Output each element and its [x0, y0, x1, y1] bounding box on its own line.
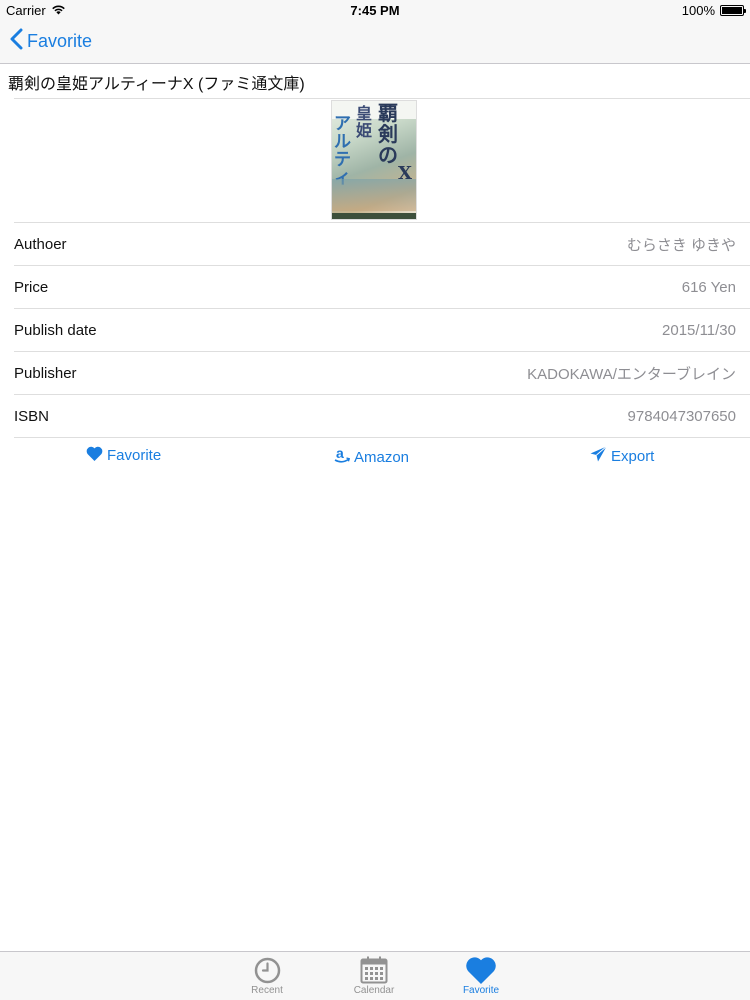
row-value: KADOKAWA/エンターブレイン: [527, 365, 736, 383]
battery-fill: [722, 7, 742, 14]
tab-label: Calendar: [353, 985, 395, 996]
tab-label: Favorite: [462, 985, 500, 996]
row-label: Price: [14, 278, 49, 296]
row-value: むらさき ゆきや: [626, 236, 736, 254]
heart-icon: [441, 955, 521, 985]
calendar-icon: [334, 955, 414, 985]
tab-calendar[interactable]: Calendar: [334, 955, 414, 996]
divider: [14, 437, 750, 438]
row-value: 2015/11/30: [662, 321, 736, 339]
paper-plane-icon: [590, 446, 607, 466]
tab-bar: Recent Calendar Favorite: [0, 951, 750, 1000]
row-label: ISBN: [14, 407, 50, 425]
divider: [14, 98, 750, 99]
chevron-left-icon: [10, 28, 23, 55]
row-label: Publish date: [14, 321, 97, 339]
tab-recent[interactable]: Recent: [227, 955, 307, 996]
amazon-button[interactable]: a Amazon: [334, 445, 410, 468]
detail-row-author: Authoer むらさき ゆきや: [14, 223, 736, 265]
amazon-icon: a: [334, 445, 351, 468]
battery-icon: [720, 5, 746, 16]
detail-row-price: Price 616 Yen: [14, 266, 736, 308]
export-button-label: Export: [611, 447, 655, 465]
status-bar: Carrier 7:45 PM 100%: [0, 0, 750, 20]
export-button[interactable]: Export: [590, 446, 654, 466]
tab-label: Recent: [251, 985, 283, 996]
amazon-button-label: Amazon: [354, 448, 410, 466]
detail-row-publish-date: Publish date 2015/11/30: [14, 309, 736, 351]
favorite-button-label: Favorite: [107, 447, 162, 464]
navigation-bar: Favorite: [0, 20, 750, 64]
row-label: Authoer: [14, 235, 67, 253]
status-right: 100%: [681, 3, 746, 18]
tab-favorite[interactable]: Favorite: [441, 955, 521, 996]
detail-row-publisher: Publisher KADOKAWA/エンターブレイン: [14, 352, 736, 394]
detail-row-isbn: ISBN 9784047307650: [14, 395, 736, 437]
row-value: 616 Yen: [681, 278, 736, 296]
row-value: 9784047307650: [627, 407, 736, 425]
clock-icon: [227, 955, 307, 985]
battery-percent: 100%: [681, 3, 715, 18]
back-button-label: Favorite: [27, 31, 93, 51]
book-title: 覇剣の皇姫アルティーナX (ファミ通文庫): [8, 76, 305, 93]
favorite-button[interactable]: Favorite: [86, 446, 161, 465]
screen: Carrier 7:45 PM 100% Favorite 覇剣の皇姫アルティー…: [0, 0, 750, 1000]
row-label: Publisher: [14, 364, 77, 382]
back-button[interactable]: Favorite: [10, 28, 92, 55]
book-cover-image: 覇剣の 皇姫 アルティ X: [331, 100, 417, 220]
action-bar: Favorite a Amazon Export: [0, 445, 750, 474]
svg-text:a: a: [336, 446, 344, 461]
heart-icon: [86, 446, 103, 465]
status-time: 7:45 PM: [350, 3, 400, 18]
